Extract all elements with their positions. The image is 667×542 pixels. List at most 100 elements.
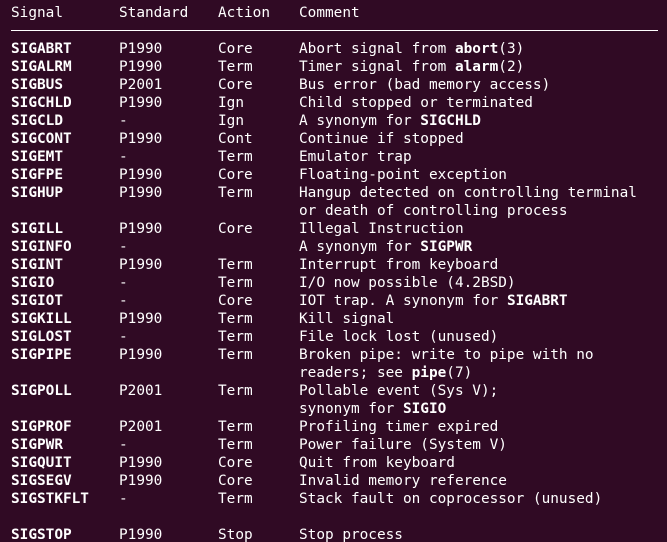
- comment-text: or death of controlling process: [299, 203, 568, 219]
- signal-comment: Child stopped or terminated: [299, 94, 533, 112]
- terminal-window[interactable]: Signal Standard Action Comment SIGABRT P1…: [0, 0, 667, 542]
- comment-ref: abort: [454, 41, 499, 57]
- comment-text: synonym for: [299, 401, 403, 417]
- signal-name: SIGQUIT: [11, 455, 72, 471]
- signal-comment: I/O now possible (4.2BSD): [299, 274, 516, 292]
- signal-name: SIGPROF: [11, 419, 72, 435]
- signal-action: Term: [218, 347, 253, 363]
- header-divider: [11, 30, 658, 31]
- signal-standard: P1990: [119, 347, 163, 363]
- signal-comment: A synonym for SIGCHLD: [299, 112, 481, 130]
- signal-comment: Kill signal: [299, 310, 394, 328]
- header-comment: Comment: [299, 5, 360, 21]
- comment-text: Abort signal from: [299, 41, 455, 57]
- signal-name: SIGINT: [11, 257, 63, 273]
- signal-comment: Invalid memory reference: [299, 472, 507, 490]
- comment-text: File lock lost (unused): [299, 329, 499, 345]
- signal-comment: Stop process: [299, 526, 403, 542]
- signal-comment: Timer signal from alarm(2): [299, 58, 524, 76]
- comment-text: Hangup detected on controlling terminal: [299, 185, 637, 201]
- signal-name: SIGEMT: [11, 149, 63, 165]
- signal-action: Core: [218, 167, 253, 183]
- signal-name: SIGCLD: [11, 113, 63, 129]
- signal-action: Term: [218, 275, 253, 291]
- signal-standard: P1990: [119, 221, 163, 237]
- signal-standard: P1990: [119, 455, 163, 471]
- comment-text: Illegal Instruction: [299, 221, 464, 237]
- header-action: Action: [218, 5, 270, 21]
- signal-comment: Broken pipe: write to pipe with no: [299, 346, 594, 364]
- signal-name: SIGKILL: [11, 311, 72, 327]
- signal-name: SIGALRM: [11, 59, 72, 75]
- signal-standard: P1990: [119, 527, 163, 542]
- signal-name: SIGSEGV: [11, 473, 72, 489]
- comment-text: readers; see: [299, 365, 412, 381]
- comment-text: I/O now possible (4.2BSD): [299, 275, 516, 291]
- signal-action: Term: [218, 59, 253, 75]
- comment-ref: SIGCHLD: [420, 113, 481, 129]
- signal-standard: P2001: [119, 383, 163, 399]
- signal-standard: -: [119, 275, 128, 291]
- signal-action: Term: [218, 419, 253, 435]
- signal-name: SIGLOST: [11, 329, 72, 345]
- signal-name: SIGBUS: [11, 77, 63, 93]
- signal-name: SIGCHLD: [11, 95, 72, 111]
- signal-comment: readers; see pipe(7): [299, 364, 472, 382]
- signal-standard: P1990: [119, 311, 163, 327]
- signal-action: Term: [218, 149, 253, 165]
- comment-text: Child stopped or terminated: [299, 95, 533, 111]
- signal-action: Term: [218, 491, 253, 507]
- signal-action: Core: [218, 77, 253, 93]
- signal-standard: -: [119, 149, 128, 165]
- signal-name: SIGABRT: [11, 41, 72, 57]
- signal-action: Term: [218, 185, 253, 201]
- signal-name: SIGFPE: [11, 167, 63, 183]
- signal-comment: Illegal Instruction: [299, 220, 464, 238]
- comment-text: A synonym for: [299, 113, 421, 129]
- signal-name: SIGPWR: [11, 437, 63, 453]
- signal-action: Term: [218, 257, 253, 273]
- signal-standard: P1990: [119, 167, 163, 183]
- table-header: Signal Standard Action Comment: [0, 4, 360, 22]
- signal-comment: Interrupt from keyboard: [299, 256, 498, 274]
- comment-text: Pollable event (Sys V);: [299, 383, 499, 399]
- signal-action: Core: [218, 293, 253, 309]
- signal-action: Term: [218, 311, 253, 327]
- signal-comment: or death of controlling process: [299, 202, 568, 220]
- signal-action: Term: [218, 329, 253, 345]
- comment-text: Quit from keyboard: [299, 455, 455, 471]
- signal-standard: P1990: [119, 185, 163, 201]
- signal-standard: P2001: [119, 77, 163, 93]
- signal-comment: synonym for SIGIO: [299, 400, 446, 418]
- comment-ref: pipe: [411, 365, 447, 381]
- signal-comment: IOT trap. A synonym for SIGABRT: [299, 292, 568, 310]
- comment-text: Power failure (System V): [299, 437, 507, 453]
- signal-standard: P1990: [119, 41, 163, 57]
- comment-text: Stack fault on coprocessor (unused): [299, 491, 603, 507]
- comment-text: Continue if stopped: [299, 131, 464, 147]
- signal-standard: P1990: [119, 473, 163, 489]
- signal-standard: -: [119, 293, 128, 309]
- signal-action: Ign: [218, 113, 244, 129]
- signal-action: Term: [218, 437, 253, 453]
- comment-text: Invalid memory reference: [299, 473, 507, 489]
- signal-action: Term: [218, 383, 253, 399]
- signal-name: SIGIOT: [11, 293, 63, 309]
- signal-name: SIGINFO: [11, 239, 72, 255]
- comment-text: A synonym for: [299, 239, 421, 255]
- signal-comment: Hangup detected on controlling terminal: [299, 184, 637, 202]
- comment-text: Emulator trap: [299, 149, 412, 165]
- signal-standard: -: [119, 329, 128, 345]
- comment-text: Broken pipe: write to pipe with no: [299, 347, 594, 363]
- signal-name: SIGSTKFLT: [11, 491, 89, 507]
- signal-standard: P1990: [119, 131, 163, 147]
- signal-name: SIGIO: [11, 275, 55, 291]
- signal-name: SIGPOLL: [11, 383, 72, 399]
- comment-text: Timer signal from: [299, 59, 455, 75]
- signal-comment: Abort signal from abort(3): [299, 40, 524, 58]
- comment-ref: SIGIO: [402, 401, 447, 417]
- signal-comment: Pollable event (Sys V);: [299, 382, 498, 400]
- signal-comment: Profiling timer expired: [299, 418, 498, 436]
- signal-name: SIGSTOP: [11, 527, 72, 542]
- signal-action: Core: [218, 41, 253, 57]
